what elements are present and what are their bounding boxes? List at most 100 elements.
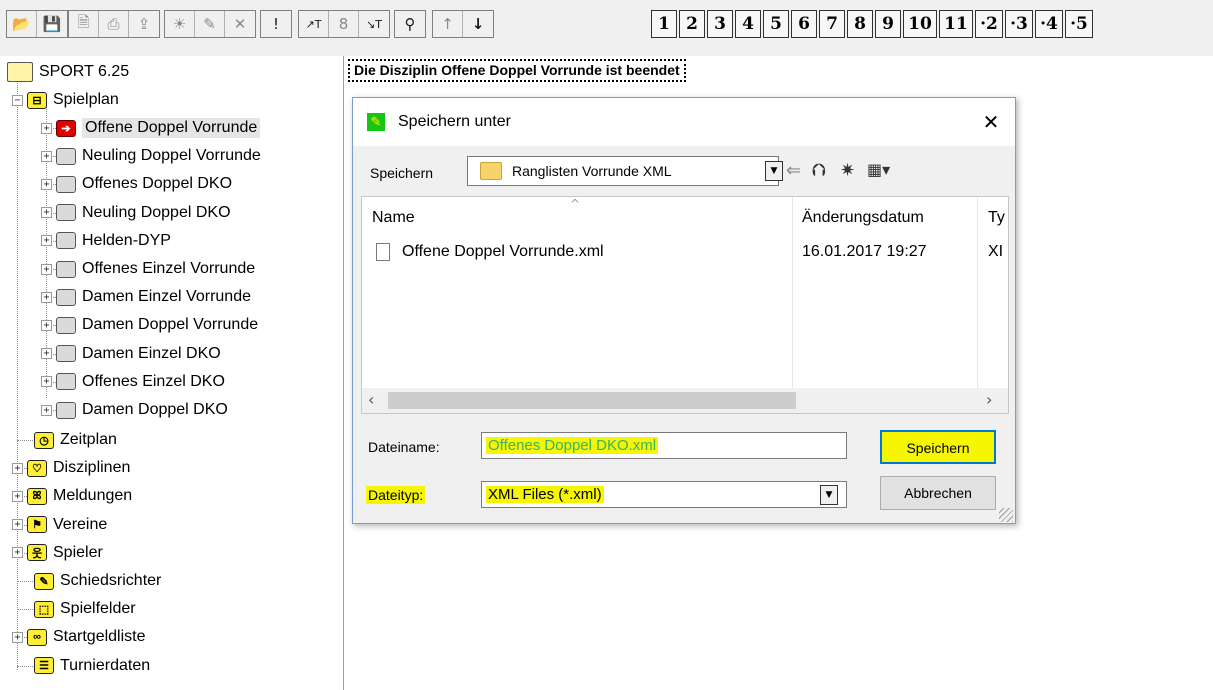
tree-node-discipline[interactable]: + Damen Doppel Vorrunde <box>41 311 258 339</box>
navigation-tree: SPORT 6.25 − ⊟ Spielplan + ➔ Offene Doppel… <box>0 56 344 690</box>
number-button-10[interactable]: 10 <box>903 10 937 38</box>
tree-node-discipline[interactable]: + Helden-DYP <box>41 227 171 255</box>
tree-node-discipline[interactable]: + Neuling Doppel DKO <box>41 199 231 227</box>
cross-icon[interactable]: ✕ <box>225 11 255 37</box>
number-button-4[interactable]: 4 <box>735 10 761 38</box>
expand-icon[interactable]: + <box>41 122 52 134</box>
expand-icon[interactable]: + <box>12 547 23 559</box>
money-icon: ∞ <box>27 628 47 646</box>
number-button-3[interactable]: 3 <box>707 10 733 38</box>
tree-node-spielplan[interactable]: − ⊟ Spielplan <box>12 86 119 114</box>
expand-icon[interactable]: + <box>41 291 52 303</box>
number-button-2[interactable]: 2 <box>679 10 705 38</box>
eight-icon[interactable]: 8 <box>329 11 359 37</box>
column-header-date[interactable]: Änderungsdatum <box>802 209 924 227</box>
expand-icon[interactable]: + <box>41 235 52 247</box>
collapse-icon[interactable]: − <box>12 94 23 106</box>
tree-node-discipline[interactable]: + Damen Doppel DKO <box>41 396 228 424</box>
expand-icon[interactable]: + <box>41 207 52 219</box>
expand-icon[interactable]: + <box>41 376 52 388</box>
tree-node-label: Damen Einzel Vorrunde <box>82 288 251 306</box>
save-button[interactable]: Speichern <box>880 430 996 464</box>
export-icon[interactable]: ⇪ <box>129 11 159 37</box>
filename-value: Offenes Doppel DKO.xml <box>486 437 659 454</box>
print-icon[interactable]: ⎙ <box>99 11 129 37</box>
toolbar: 📂 💾 🗎 ⎙ ⇪ ☀ ✎ ✕ ! ↗T 8 ↘T ⚲ ↑ ↓ 1 2 3 4 … <box>0 0 1213 56</box>
tree-node-schiedsrichter[interactable]: ✎ Schiedsrichter <box>34 567 161 595</box>
expand-icon[interactable]: + <box>12 490 23 502</box>
pencil-icon[interactable]: ✎ <box>195 11 225 37</box>
scroll-right-icon[interactable]: › <box>986 390 992 409</box>
tree-node-discipline[interactable]: + ➔ Offene Doppel Vorrunde <box>41 114 261 142</box>
expand-icon[interactable]: + <box>12 631 23 643</box>
save-disk-icon[interactable]: 💾 <box>37 11 67 37</box>
new-folder-icon[interactable]: ✷ <box>840 160 855 181</box>
tree-node-label: Spielplan <box>53 91 119 108</box>
tree-node-disziplinen[interactable]: + ♡ Disziplinen <box>12 454 130 482</box>
preview-icon[interactable]: 🗎 <box>69 11 99 37</box>
tree-node-label: Meldungen <box>53 487 133 505</box>
up-folder-icon[interactable]: ⮉ <box>812 160 826 181</box>
tree-node-spielfelder[interactable]: ⬚ Spielfelder <box>34 595 136 623</box>
number-button-11[interactable]: 11 <box>939 10 973 38</box>
arrow-down-icon[interactable]: ↓ <box>463 11 493 37</box>
number-button-5[interactable]: 5 <box>763 10 789 38</box>
expand-icon[interactable]: + <box>41 178 52 190</box>
expand-icon[interactable]: + <box>41 404 52 416</box>
table-down-icon[interactable]: ↘T <box>359 11 389 37</box>
back-arrow-icon[interactable]: ⇐ <box>786 160 801 181</box>
number-button-dot-5[interactable]: ·5 <box>1065 10 1093 38</box>
tree-node-discipline[interactable]: + Offenes Einzel Vorrunde <box>41 255 255 283</box>
tree-node-discipline[interactable]: + Neuling Doppel Vorrunde <box>41 142 261 170</box>
chevron-down-icon[interactable]: ▼ <box>820 485 838 505</box>
horizontal-scrollbar[interactable]: ‹ › <box>362 388 1008 413</box>
tree-node-spieler[interactable]: + 웃 Spieler <box>12 539 103 567</box>
expand-icon[interactable]: + <box>12 519 23 531</box>
tree-node-startgeldliste[interactable]: + ∞ Startgeldliste <box>12 623 146 651</box>
sun-icon[interactable]: ☀ <box>165 11 195 37</box>
tree-node-turnierdaten[interactable]: ☰ Turnierdaten <box>34 652 150 680</box>
number-button-dot-2[interactable]: ·2 <box>975 10 1003 38</box>
column-header-type[interactable]: Ty <box>988 209 1005 227</box>
filename-input[interactable]: Offenes Doppel DKO.xml <box>481 432 847 459</box>
number-button-6[interactable]: 6 <box>791 10 817 38</box>
resize-grip-icon[interactable] <box>999 508 1013 522</box>
number-button-7[interactable]: 7 <box>819 10 845 38</box>
save-in-combo[interactable]: Ranglisten Vorrunde XML <box>467 156 779 186</box>
tree-root[interactable]: SPORT 6.25 <box>7 58 129 86</box>
scroll-left-icon[interactable]: ‹ <box>368 390 374 409</box>
tree-node-discipline[interactable]: + Damen Einzel DKO <box>41 340 221 368</box>
table-up-icon[interactable]: ↗T <box>299 11 329 37</box>
tree-node-zeitplan[interactable]: ◷ Zeitplan <box>34 426 117 454</box>
expand-icon[interactable]: + <box>41 319 52 331</box>
tree-node-discipline[interactable]: + Damen Einzel Vorrunde <box>41 283 251 311</box>
number-button-dot-4[interactable]: ·4 <box>1035 10 1063 38</box>
chevron-down-icon[interactable]: ▼ <box>765 161 783 181</box>
magnifier-icon[interactable]: ⚲ <box>395 11 425 37</box>
close-icon[interactable]: ✕ <box>975 106 1007 138</box>
tree-node-vereine[interactable]: + ⚑ Vereine <box>12 511 107 539</box>
expand-icon[interactable]: + <box>12 462 23 474</box>
expand-icon[interactable]: + <box>41 348 52 360</box>
arrow-up-icon[interactable]: ↑ <box>433 11 463 37</box>
cancel-button[interactable]: Abbrechen <box>880 476 996 510</box>
tree-node-meldungen[interactable]: + ꕤ Meldungen <box>12 482 132 510</box>
number-button-1[interactable]: 1 <box>651 10 677 38</box>
number-button-9[interactable]: 9 <box>875 10 901 38</box>
number-button-dot-3[interactable]: ·3 <box>1005 10 1033 38</box>
scrollbar-thumb[interactable] <box>388 392 796 409</box>
tree-node-discipline[interactable]: + Offenes Doppel DKO <box>41 170 232 198</box>
file-name[interactable]: Offene Doppel Vorrunde.xml <box>402 243 604 261</box>
tree-node-discipline[interactable]: + Offenes Einzel DKO <box>41 368 225 396</box>
tree-node-label: Disziplinen <box>53 459 131 477</box>
exclamation-icon[interactable]: ! <box>261 11 291 37</box>
column-header-name[interactable]: Name <box>372 209 415 227</box>
expand-icon[interactable]: + <box>41 263 52 275</box>
number-button-8[interactable]: 8 <box>847 10 873 38</box>
discipline-status-icon <box>56 345 76 363</box>
tree-node-label: Neuling Doppel Vorrunde <box>82 147 261 165</box>
filetype-select[interactable]: XML Files (*.xml) <box>481 481 847 508</box>
open-folder-icon[interactable]: 📂 <box>7 11 37 37</box>
expand-icon[interactable]: + <box>41 150 52 162</box>
view-menu-icon[interactable]: ▦▾ <box>867 160 890 179</box>
